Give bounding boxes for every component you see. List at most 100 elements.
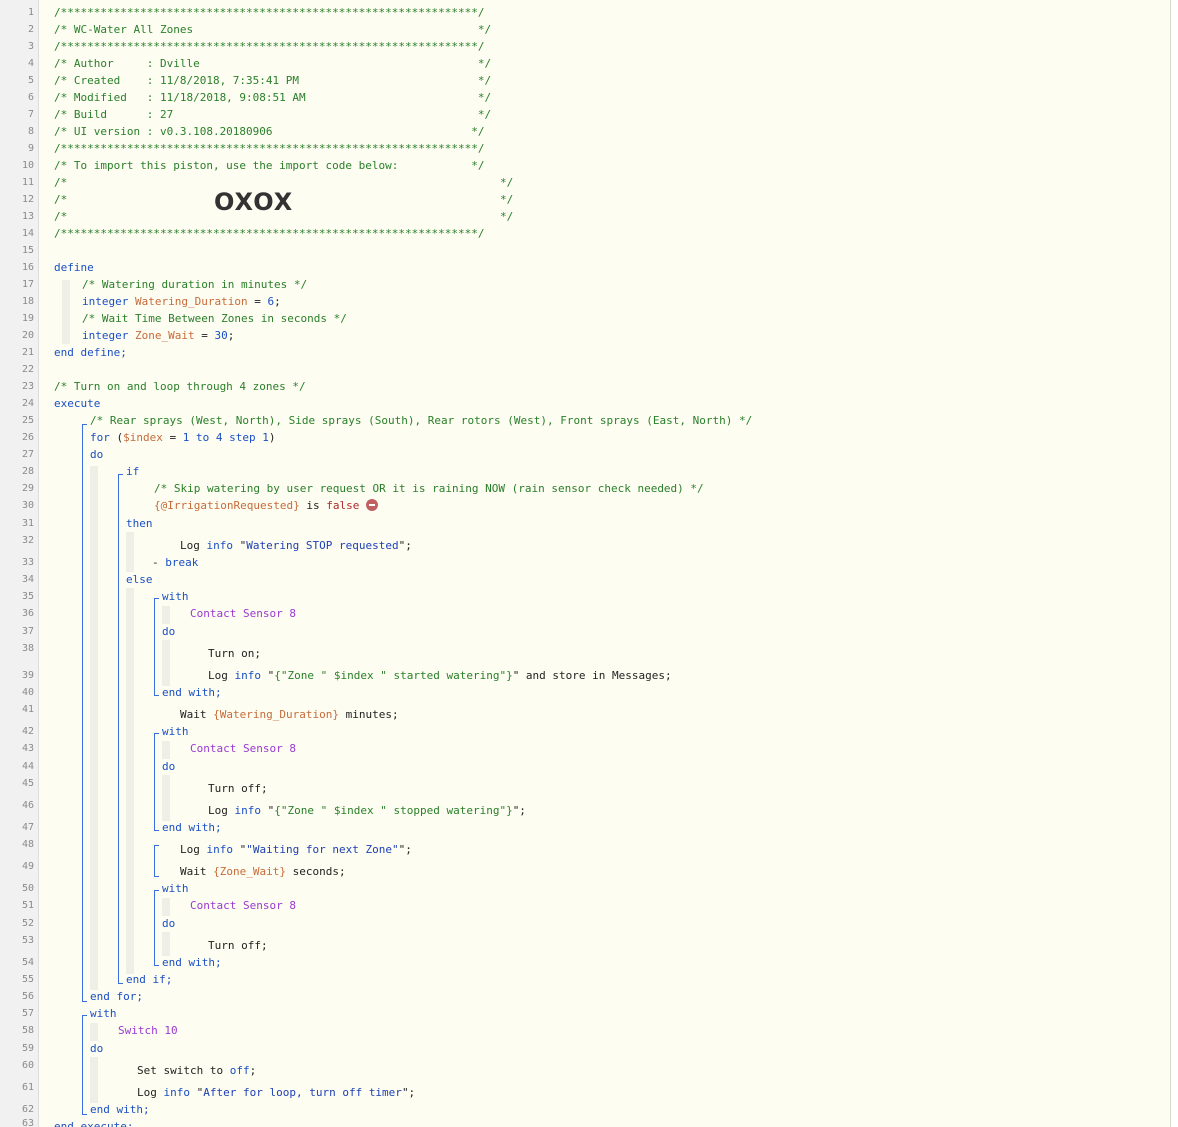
wait-duration-statement[interactable]: Wait {Watering_Duration} minutes; xyxy=(180,707,399,723)
turn-on-statement[interactable]: Turn on; xyxy=(208,646,261,662)
set-switch-statement[interactable]: Set switch to off; xyxy=(137,1063,256,1079)
skip-comment[interactable]: /* Skip watering by user request OR it i… xyxy=(154,481,704,497)
off-value: off xyxy=(229,1064,250,1077)
false-value: false xyxy=(326,499,360,512)
quote-open: " xyxy=(261,804,275,817)
line-number: 24 xyxy=(21,398,34,409)
define-keyword[interactable]: define xyxy=(54,260,94,276)
with-keyword[interactable]: with xyxy=(90,1006,117,1022)
log-message: After for loop, turn off timer xyxy=(203,1086,402,1099)
wait-comment[interactable]: /* Wait Time Between Zones in seconds */ xyxy=(82,311,347,327)
with-block-bracket[interactable] xyxy=(154,598,159,696)
line-number: 59 xyxy=(21,1043,34,1054)
line-number: 43 xyxy=(21,743,34,754)
duration-comment[interactable]: /* Watering duration in minutes */ xyxy=(82,277,307,293)
end-define-keyword[interactable]: end define; xyxy=(54,345,127,361)
device-contact-sensor[interactable]: Contact Sensor 8 xyxy=(190,606,296,622)
if-block-bracket[interactable] xyxy=(118,474,123,984)
indent-guide xyxy=(62,280,70,344)
end-execute-keyword[interactable]: end execute; xyxy=(54,1119,133,1127)
quote-open: " xyxy=(261,669,275,682)
line-number: 39 xyxy=(21,670,34,681)
end-with-keyword[interactable]: end with; xyxy=(90,1102,150,1118)
log-stop-statement[interactable]: Log info "Watering STOP requested"; xyxy=(180,538,412,554)
line-number: 61 xyxy=(21,1082,34,1093)
with-keyword[interactable]: with xyxy=(162,724,189,740)
created-line: /* Created : 11/8/2018, 7:35:41 PM */ xyxy=(54,74,492,87)
line-number: 48 xyxy=(21,839,34,850)
define-zone-wait-statement[interactable]: integer Zone_Wait = 30; xyxy=(82,328,234,344)
indent-guide xyxy=(90,1023,98,1041)
line-number: 2 xyxy=(27,24,34,35)
device-switch[interactable]: Switch 10 xyxy=(118,1023,178,1039)
indent-guide xyxy=(162,932,170,956)
line-number: 4 xyxy=(27,58,34,69)
device-contact-sensor[interactable]: Contact Sensor 8 xyxy=(190,898,296,914)
break-statement[interactable]: - break xyxy=(152,555,198,571)
author-line: /* Author : Dville */ xyxy=(54,57,492,70)
do-keyword[interactable]: do xyxy=(162,624,175,640)
if-keyword[interactable]: if xyxy=(126,464,139,480)
line-number: 17 xyxy=(21,279,34,290)
indent-guide xyxy=(90,1057,98,1103)
log-after-loop-statement[interactable]: Log info "After for loop, turn off timer… xyxy=(137,1085,415,1101)
header-comment: /***************************************… xyxy=(54,227,485,240)
import-code[interactable]: OXOX xyxy=(214,188,293,216)
line-number: 26 xyxy=(21,432,34,443)
then-keyword[interactable]: then xyxy=(126,516,153,532)
semicolon: ; xyxy=(227,329,235,342)
turn-off-statement[interactable]: Turn off; xyxy=(208,781,268,797)
variable-name: Zone_Wait xyxy=(134,329,195,342)
unit-minutes: minutes; xyxy=(338,708,399,721)
log-stopped-statement[interactable]: Log info "{"Zone " $index " stopped wate… xyxy=(208,803,526,819)
wait-keyword: Wait xyxy=(180,865,214,878)
indent-guide xyxy=(162,741,170,759)
remove-condition-icon[interactable] xyxy=(365,499,378,511)
end-with-keyword[interactable]: end with; xyxy=(162,820,222,836)
do-keyword[interactable]: do xyxy=(162,916,175,932)
code-editor[interactable]: 1 2 3 4 5 6 7 8 9 10 11 12 13 14 15 16 17 18 19 20 21 22 23 24 2… xyxy=(0,0,1171,1127)
line-number: 45 xyxy=(21,778,34,789)
operator: = xyxy=(247,295,268,308)
log-waiting-statement[interactable]: Log info ""Waiting for next Zone""; xyxy=(180,842,412,858)
line-number: 55 xyxy=(21,974,34,985)
log-message: Watering STOP requested xyxy=(246,539,399,552)
end-for-keyword[interactable]: end for; xyxy=(90,989,143,1005)
line-number: 37 xyxy=(21,626,34,637)
log-keyword: Log xyxy=(180,539,200,552)
with-block-bracket[interactable] xyxy=(154,890,159,966)
zones-comment[interactable]: /* Rear sprays (West, North), Side spray… xyxy=(90,413,752,429)
do-keyword[interactable]: do xyxy=(90,1041,103,1057)
if-condition[interactable]: {@IrrigationRequested} is false xyxy=(154,498,378,514)
for-block-bracket[interactable] xyxy=(82,424,87,1002)
comment-close: */ xyxy=(500,210,514,223)
device-contact-sensor[interactable]: Contact Sensor 8 xyxy=(190,741,296,757)
else-keyword[interactable]: else xyxy=(126,572,153,588)
line-number: 41 xyxy=(21,704,34,715)
with-keyword[interactable]: with xyxy=(162,881,189,897)
define-duration-statement[interactable]: integer Watering_Duration = 6; xyxy=(82,294,281,310)
log-level: info xyxy=(234,669,262,682)
line-number: 53 xyxy=(21,935,34,946)
with-block-bracket[interactable] xyxy=(154,733,159,831)
do-keyword[interactable]: do xyxy=(90,447,103,463)
expression-part: " started watering"} xyxy=(380,669,513,682)
end-if-keyword[interactable]: end if; xyxy=(126,972,172,988)
comment-open: /* xyxy=(54,193,68,206)
do-keyword[interactable]: do xyxy=(162,759,175,775)
quote-open: " xyxy=(233,539,247,552)
number-value: 30 xyxy=(214,329,228,342)
log-started-statement[interactable]: Log info "{"Zone " $index " started wate… xyxy=(208,668,672,684)
with-keyword[interactable]: with xyxy=(162,589,189,605)
number-value: 1 xyxy=(262,431,269,444)
execute-keyword[interactable]: execute xyxy=(54,396,100,412)
turn-off-statement[interactable]: Turn off; xyxy=(208,938,268,954)
execute-comment[interactable]: /* Turn on and loop through 4 zones */ xyxy=(54,379,306,395)
with-block-bracket[interactable] xyxy=(82,1015,87,1115)
end-with-keyword[interactable]: end with; xyxy=(162,685,222,701)
wait-zone-statement[interactable]: Wait {Zone_Wait} seconds; xyxy=(180,864,346,880)
line-number: 18 xyxy=(21,296,34,307)
end-with-keyword[interactable]: end with; xyxy=(162,955,222,971)
for-statement[interactable]: for ($index = 1 to 4 step 1) xyxy=(90,430,276,446)
log-wait-bracket[interactable] xyxy=(154,845,159,877)
